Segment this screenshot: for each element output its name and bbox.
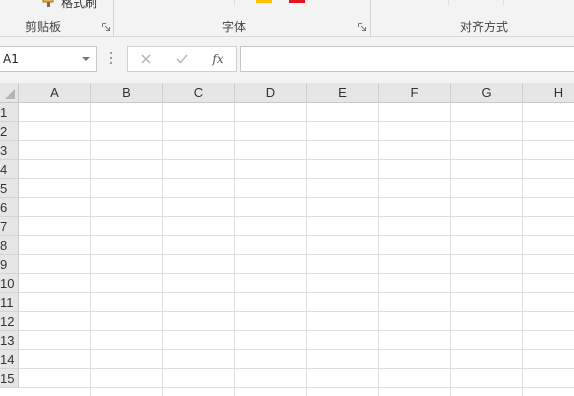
group-divider	[370, 0, 371, 37]
gridline-horizontal	[19, 216, 574, 217]
gridline-horizontal	[19, 330, 574, 331]
column-header-h[interactable]: H	[523, 83, 574, 103]
format-painter-label[interactable]: 格式刷	[61, 0, 97, 11]
select-all-triangle-icon	[5, 89, 15, 99]
group-label-clipboard: 剪贴板	[25, 20, 62, 34]
formula-buttons: fx	[127, 46, 237, 72]
row-header-7[interactable]: 7	[0, 217, 19, 236]
clipboard-dialog-launcher-icon[interactable]	[102, 23, 110, 31]
font-dialog-launcher-icon[interactable]	[358, 23, 366, 31]
formula-input[interactable]	[240, 46, 574, 72]
gridline-horizontal	[19, 368, 574, 369]
column-header-e[interactable]: E	[307, 83, 379, 103]
group-label-font: 字体	[222, 20, 247, 34]
row-header-14[interactable]: 14	[0, 350, 19, 369]
gridline-horizontal	[19, 178, 574, 179]
column-header-g[interactable]: G	[451, 83, 523, 103]
gridline-horizontal	[19, 273, 574, 274]
row-header-6[interactable]: 6	[0, 198, 19, 217]
formula-bar: A1 fx	[0, 38, 574, 82]
gridline-horizontal	[19, 197, 574, 198]
row-header-5[interactable]: 5	[0, 179, 19, 198]
column-header-c[interactable]: C	[163, 83, 235, 103]
x-icon	[141, 54, 151, 64]
column-header-a[interactable]: A	[19, 83, 91, 103]
name-box[interactable]: A1	[0, 46, 97, 72]
function-icon: fx	[212, 52, 224, 66]
row-header-1[interactable]: 1	[0, 103, 19, 122]
name-box-dropdown-icon[interactable]	[82, 57, 90, 61]
group-label-alignment: 对齐方式	[460, 20, 509, 34]
column-header-b[interactable]: B	[91, 83, 163, 103]
row-header-10[interactable]: 10	[0, 274, 19, 293]
insert-function-button[interactable]: fx	[204, 49, 232, 69]
gridline-horizontal	[19, 159, 574, 160]
highlight-color-swatch[interactable]	[256, 0, 272, 3]
select-all-corner[interactable]	[0, 83, 19, 103]
gridline-horizontal	[19, 121, 574, 122]
gridline-vertical	[522, 103, 523, 396]
row-header-4[interactable]: 4	[0, 160, 19, 179]
row-header-2[interactable]: 2	[0, 122, 19, 141]
column-header-f[interactable]: F	[379, 83, 451, 103]
enter-button[interactable]	[168, 49, 196, 69]
worksheet-grid[interactable]: A B C D E F G H 1 2 3 4 5 6 7 8 9 10 11 12 13 14 15	[0, 83, 574, 396]
row-header-13[interactable]: 13	[0, 331, 19, 350]
ribbon: 格式刷 剪贴板 字体 对齐方式	[0, 0, 574, 37]
gridline-vertical	[306, 103, 307, 396]
gridline-horizontal	[19, 254, 574, 255]
column-header-d[interactable]: D	[235, 83, 307, 103]
row-header-9[interactable]: 9	[0, 255, 19, 274]
gridline-horizontal	[19, 311, 574, 312]
row-header-3[interactable]: 3	[0, 141, 19, 160]
row-header-11[interactable]: 11	[0, 293, 19, 312]
gridline-horizontal	[19, 349, 574, 350]
cancel-button[interactable]	[132, 49, 160, 69]
gridline-vertical	[450, 103, 451, 396]
format-painter-icon[interactable]	[42, 0, 56, 8]
font-color-swatch[interactable]	[289, 0, 305, 3]
gridline-horizontal	[19, 140, 574, 141]
name-box-value: A1	[3, 52, 19, 66]
gridline-vertical	[162, 103, 163, 396]
gridline-vertical	[90, 103, 91, 396]
row-header-8[interactable]: 8	[0, 236, 19, 255]
row-header-12[interactable]: 12	[0, 312, 19, 331]
check-icon	[176, 54, 188, 64]
ribbon-separator	[448, 0, 449, 6]
row-header-15[interactable]: 15	[0, 369, 19, 388]
gridline-vertical	[378, 103, 379, 396]
gridline-horizontal	[19, 387, 574, 388]
ribbon-separator	[234, 0, 235, 6]
ribbon-separator	[503, 0, 504, 6]
gridline-vertical	[234, 103, 235, 396]
grip-icon[interactable]	[110, 52, 113, 66]
gridline-horizontal	[19, 292, 574, 293]
group-divider	[113, 0, 114, 37]
gridline-horizontal	[19, 235, 574, 236]
